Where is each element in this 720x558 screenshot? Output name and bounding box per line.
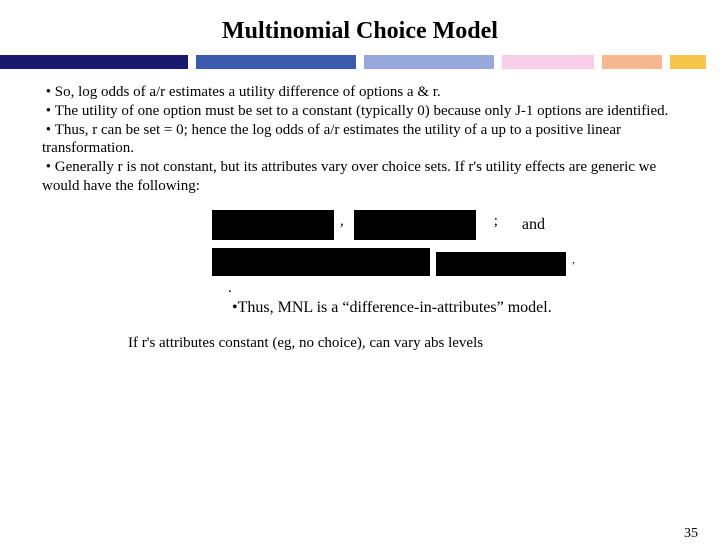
- eq-block-1: [212, 210, 334, 240]
- mnl-bullet-text: Thus, MNL is a “difference-in-attributes…: [238, 299, 552, 316]
- bar-4: [502, 55, 594, 69]
- bullet-1: • So, log odds of a/r estimates a utilit…: [42, 83, 678, 102]
- mnl-bullet: •Thus, MNL is a “difference-in-attribute…: [0, 299, 720, 317]
- bar-3: [364, 55, 494, 69]
- eq-comma: ,: [334, 213, 350, 236]
- body-text: • So, log odds of a/r estimates a utilit…: [0, 79, 720, 196]
- footer-note: If r's attributes constant (eg, no choic…: [0, 335, 720, 352]
- decorative-bars: [0, 55, 720, 69]
- equation-row-1: , ; and: [0, 210, 720, 240]
- bullet-2: • The utility of one option must be set …: [42, 102, 678, 121]
- bar-6: [670, 55, 706, 69]
- eq-semicolon: ;: [476, 213, 504, 236]
- bullet-1-text: So, log odds of a/r estimates a utility …: [55, 84, 441, 100]
- bullet-3: • Thus, r can be set = 0; hence the log …: [42, 121, 678, 159]
- bar-1: [0, 55, 188, 69]
- eq-and: and: [504, 216, 545, 234]
- bullet-3-text: Thus, r can be set = 0; hence the log od…: [42, 122, 621, 157]
- eq-block-3: [212, 248, 430, 276]
- slide-title: Multinomial Choice Model: [0, 18, 720, 45]
- eq-dot: .: [0, 280, 720, 297]
- bullet-2-text: The utility of one option must be set to…: [55, 103, 669, 119]
- eq-block-4: [436, 252, 566, 276]
- eq-block-2: [354, 210, 476, 240]
- eq-comma-2: ,: [566, 254, 581, 276]
- equation-row-2: ,: [0, 248, 720, 276]
- bullet-4-text: Generally r is not constant, but its att…: [42, 159, 656, 194]
- bar-5: [602, 55, 662, 69]
- bar-2: [196, 55, 356, 69]
- bullet-4: • Generally r is not constant, but its a…: [42, 158, 678, 196]
